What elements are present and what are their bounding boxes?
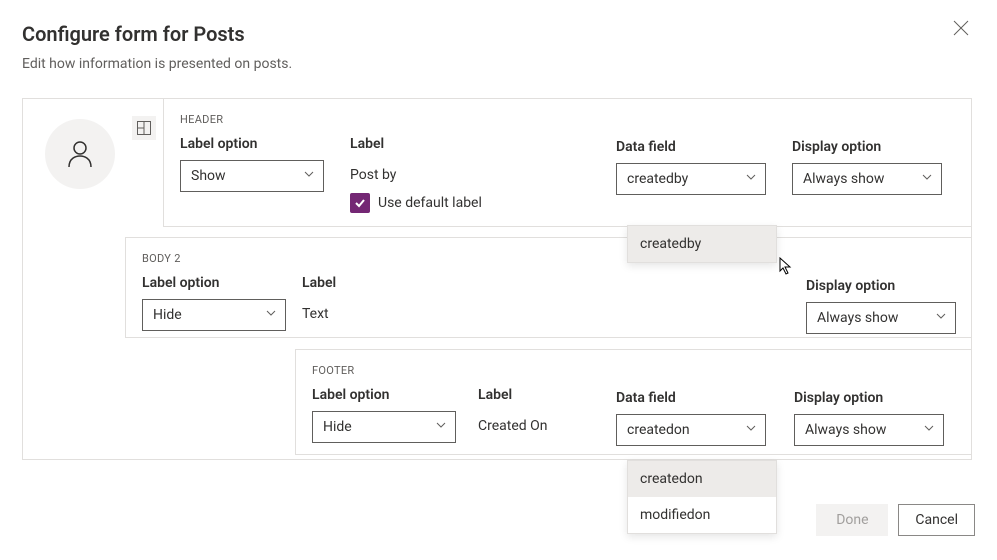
dropdown-option[interactable]: createdon xyxy=(628,461,776,497)
footer-label-option-value: Hide xyxy=(323,419,352,435)
chevron-down-icon xyxy=(745,171,757,187)
header-label-label: Label xyxy=(350,136,628,152)
body2-display-option-label: Display option xyxy=(806,278,956,294)
body2-label-option-label: Label option xyxy=(142,275,302,291)
header-display-option-select[interactable]: Always show xyxy=(792,163,942,195)
dropdown-option[interactable]: modifiedon xyxy=(628,497,776,533)
use-default-label-checkbox[interactable] xyxy=(350,193,370,213)
header-tag: HEADER xyxy=(180,113,956,126)
chevron-down-icon xyxy=(265,307,277,323)
header-label-option-select[interactable]: Show xyxy=(180,160,324,192)
header-data-field-select[interactable]: createdby xyxy=(616,163,766,195)
chevron-down-icon xyxy=(921,171,933,187)
chevron-down-icon xyxy=(303,168,315,184)
header-data-field-label: Data field xyxy=(616,139,766,155)
body2-tag: BODY 2 xyxy=(142,252,956,265)
footer-data-field-label: Data field xyxy=(616,390,766,406)
done-button[interactable]: Done xyxy=(816,504,888,536)
layout-icon-button[interactable] xyxy=(132,116,156,140)
header-display-option-value: Always show xyxy=(803,171,884,187)
avatar-placeholder xyxy=(45,119,115,189)
chevron-down-icon xyxy=(935,310,947,326)
footer-label-value: Created On xyxy=(478,411,630,434)
chevron-down-icon xyxy=(745,422,757,438)
configure-form-dialog: Configure form for Posts Edit how inform… xyxy=(0,0,997,560)
footer-tag: FOOTER xyxy=(312,364,956,377)
header-section: HEADER Label option Show Label Post by xyxy=(163,99,972,227)
footer-data-field-select[interactable]: createdon xyxy=(616,414,766,446)
footer-data-field-value: createdon xyxy=(627,422,690,438)
footer-label-label: Label xyxy=(478,387,630,403)
chevron-down-icon xyxy=(923,422,935,438)
body2-label-value: Text xyxy=(302,299,602,322)
footer-label-option-label: Label option xyxy=(312,387,478,403)
dropdown-option[interactable]: createdby xyxy=(628,226,776,262)
header-data-field-value: createdby xyxy=(627,171,688,187)
close-button[interactable] xyxy=(953,20,969,36)
header-display-option-label: Display option xyxy=(792,139,942,155)
body2-display-option-value: Always show xyxy=(817,310,898,326)
cancel-button[interactable]: Cancel xyxy=(898,504,975,536)
footer-label-option-select[interactable]: Hide xyxy=(312,411,456,443)
dialog-button-row: Done Cancel xyxy=(816,504,975,536)
body2-label-option-select[interactable]: Hide xyxy=(142,299,286,331)
footer-display-option-label: Display option xyxy=(794,390,944,406)
dialog-title: Configure form for Posts xyxy=(22,22,975,46)
layout-icon xyxy=(137,121,151,135)
body2-section: BODY 2 Label option Hide Label Text xyxy=(125,237,972,338)
footer-data-field-dropdown: createdon modifiedon xyxy=(627,460,777,534)
footer-section: FOOTER Label option Hide Label Created O… xyxy=(295,349,972,455)
body2-label-option-value: Hide xyxy=(153,307,182,323)
layout-panel: HEADER Label option Show Label Post by xyxy=(22,98,972,460)
chevron-down-icon xyxy=(435,419,447,435)
use-default-label-text: Use default label xyxy=(378,195,482,211)
body2-display-option-select[interactable]: Always show xyxy=(806,302,956,334)
header-label-value: Post by xyxy=(350,160,628,183)
header-label-option-value: Show xyxy=(191,168,226,184)
header-label-option-label: Label option xyxy=(180,136,350,152)
person-icon xyxy=(67,140,93,168)
footer-display-option-value: Always show xyxy=(805,422,886,438)
dialog-subtitle: Edit how information is presented on pos… xyxy=(22,56,975,72)
body2-label-label: Label xyxy=(302,275,602,291)
header-data-field-dropdown: createdby xyxy=(627,225,777,263)
footer-display-option-select[interactable]: Always show xyxy=(794,414,944,446)
checkmark-icon xyxy=(353,196,367,210)
close-icon xyxy=(953,20,969,36)
